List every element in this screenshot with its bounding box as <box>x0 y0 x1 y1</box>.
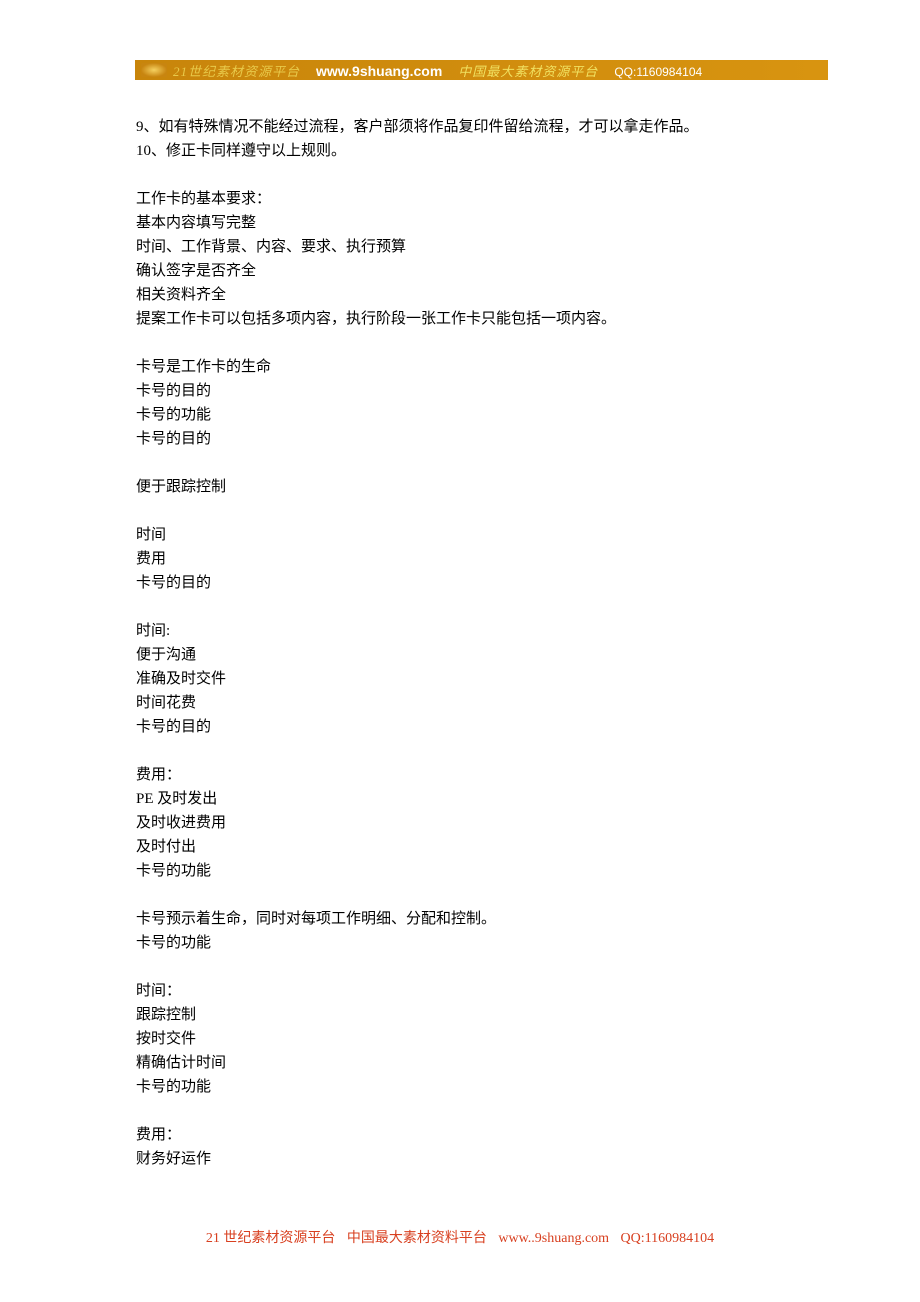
body-line: 10、修正卡同样遵守以上规则。 <box>136 139 788 163</box>
body-line: 准确及时交件 <box>136 667 788 691</box>
body-line: 卡号的目的 <box>136 571 788 595</box>
body-line: 精确估计时间 <box>136 1051 788 1075</box>
blank-line <box>136 163 788 187</box>
body-line: 便于跟踪控制 <box>136 475 788 499</box>
body-line: 卡号的目的 <box>136 715 788 739</box>
footer-qq: QQ:1160984104 <box>621 1231 715 1246</box>
body-line: 卡号是工作卡的生命 <box>136 355 788 379</box>
header-qq: QQ:1160984104 <box>614 65 702 79</box>
footer-brand: 21 世纪素材资源平台 <box>206 1231 336 1246</box>
body-line: 及时付出 <box>136 835 788 859</box>
blank-line <box>136 499 788 523</box>
body-line: 卡号的功能 <box>136 403 788 427</box>
body-line: 时间: <box>136 619 788 643</box>
footer: 21 世纪素材资源平台 中国最大素材资料平台 www..9shuang.com … <box>0 1227 920 1247</box>
body-line: 提案工作卡可以包括多项内容，执行阶段一张工作卡只能包括一项内容。 <box>136 307 788 331</box>
blank-line <box>136 739 788 763</box>
body-line: 卡号的目的 <box>136 427 788 451</box>
body-line: 卡号的功能 <box>136 1075 788 1099</box>
document-body: 9、如有特殊情况不能经过流程，客户部须将作品复印件留给流程，才可以拿走作品。 1… <box>136 115 788 1171</box>
body-line: 基本内容填写完整 <box>136 211 788 235</box>
blank-line <box>136 451 788 475</box>
body-line: 卡号的目的 <box>136 379 788 403</box>
body-line: 时间花费 <box>136 691 788 715</box>
body-line: 及时收进费用 <box>136 811 788 835</box>
body-line: 相关资料齐全 <box>136 283 788 307</box>
body-line: 便于沟通 <box>136 643 788 667</box>
header-tagline: 中国最大素材资源平台 <box>458 61 598 80</box>
header-banner: 21世纪素材资源平台 www.9shuang.com 中国最大素材资源平台 QQ… <box>135 60 828 80</box>
body-line: 卡号预示着生命，同时对每项工作明细、分配和控制。 <box>136 907 788 931</box>
body-line: 财务好运作 <box>136 1147 788 1171</box>
logo-icon <box>141 63 167 77</box>
body-line: 卡号的功能 <box>136 931 788 955</box>
body-line: 费用 <box>136 547 788 571</box>
blank-line <box>136 883 788 907</box>
blank-line <box>136 331 788 355</box>
blank-line <box>136 955 788 979</box>
document-page: 21世纪素材资源平台 www.9shuang.com 中国最大素材资源平台 QQ… <box>0 0 920 1302</box>
header-text-group: 21世纪素材资源平台 www.9shuang.com 中国最大素材资源平台 QQ… <box>173 61 702 80</box>
body-line: 费用： <box>136 1123 788 1147</box>
body-line: 9、如有特殊情况不能经过流程，客户部须将作品复印件留给流程，才可以拿走作品。 <box>136 115 788 139</box>
footer-tagline: 中国最大素材资料平台 <box>347 1231 487 1246</box>
body-line: 按时交件 <box>136 1027 788 1051</box>
body-line: 确认签字是否齐全 <box>136 259 788 283</box>
body-line: 费用： <box>136 763 788 787</box>
header-url: www.9shuang.com <box>316 63 442 79</box>
body-line: 时间 <box>136 523 788 547</box>
body-line: 工作卡的基本要求： <box>136 187 788 211</box>
body-line: 卡号的功能 <box>136 859 788 883</box>
footer-url: www..9shuang.com <box>498 1231 609 1246</box>
body-line: 时间、工作背景、内容、要求、执行预算 <box>136 235 788 259</box>
body-line: 跟踪控制 <box>136 1003 788 1027</box>
body-line: 时间： <box>136 979 788 1003</box>
blank-line <box>136 1099 788 1123</box>
body-line: PE 及时发出 <box>136 787 788 811</box>
header-brand: 21世纪素材资源平台 <box>173 61 300 80</box>
blank-line <box>136 595 788 619</box>
